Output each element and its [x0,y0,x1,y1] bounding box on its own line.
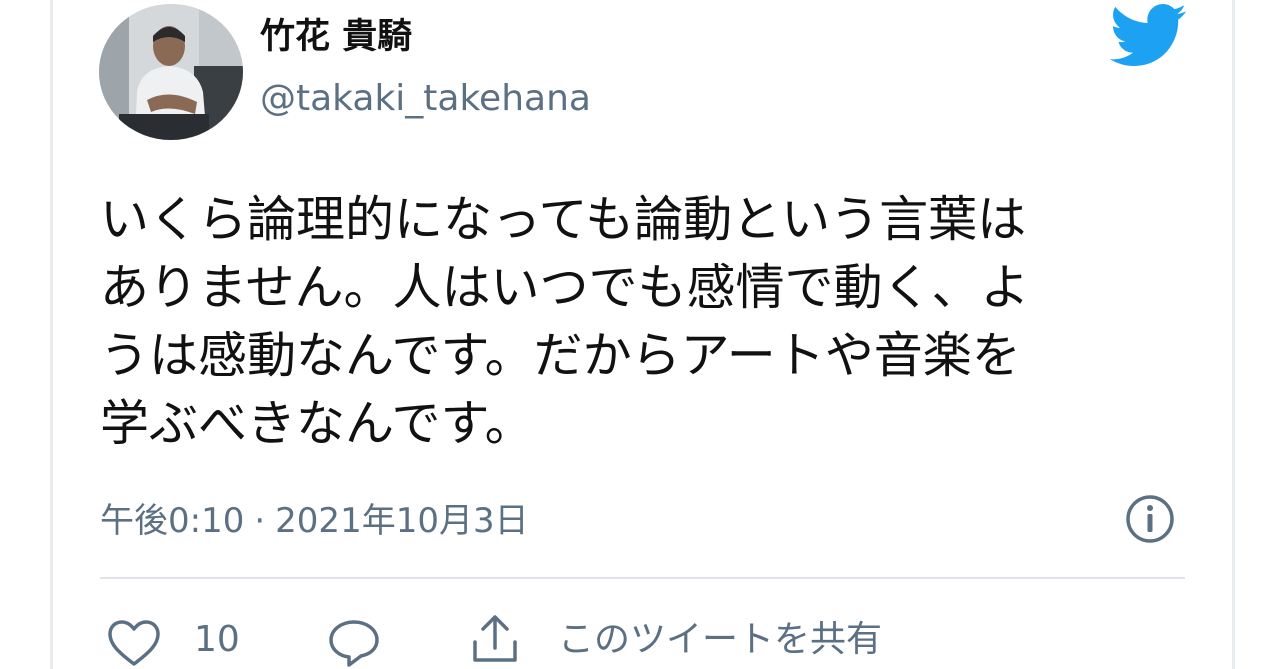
tweet-card: 竹花 貴騎 @takaki_takehana いくら論理的になっても論動という言… [0,0,1284,669]
heart-icon[interactable] [106,618,162,668]
share-icon[interactable] [468,612,522,666]
meta-separator: · [254,501,266,541]
reply-icon[interactable] [327,618,381,668]
tweet-text: いくら論理的になっても論動という言葉は ありません。人はいつでも感情で動く、よ … [100,186,1210,458]
display-name[interactable]: 竹花 貴騎 [260,12,412,62]
tweet-text-line: うは感動なんです。だからアートや音楽を [100,327,1021,384]
twitter-bird-icon[interactable] [1108,4,1188,66]
action-bar: 10 このツイートを共有 [100,612,1200,668]
tweet-text-line: いくら論理的になっても論動という言葉は [100,191,1027,248]
tweet-text-line: ありません。人はいつでも感情で動く、よ [100,259,1030,316]
share-label[interactable]: このツイートを共有 [558,614,882,666]
user-handle[interactable]: @takaki_takehana [260,76,591,122]
tweet-timestamp[interactable]: 午後0:10 · 2021年10月3日 [100,498,529,544]
frame-border-left [50,0,53,669]
like-count[interactable]: 10 [194,614,240,666]
divider [100,577,1185,579]
tweet-time: 午後0:10 [100,501,245,541]
tweet-date: 2021年10月3日 [275,501,529,541]
tweet-text-line: 学ぶべきなんです。 [100,395,534,452]
frame-border-right [1232,0,1235,669]
info-icon[interactable] [1124,493,1176,545]
avatar[interactable] [99,4,243,140]
